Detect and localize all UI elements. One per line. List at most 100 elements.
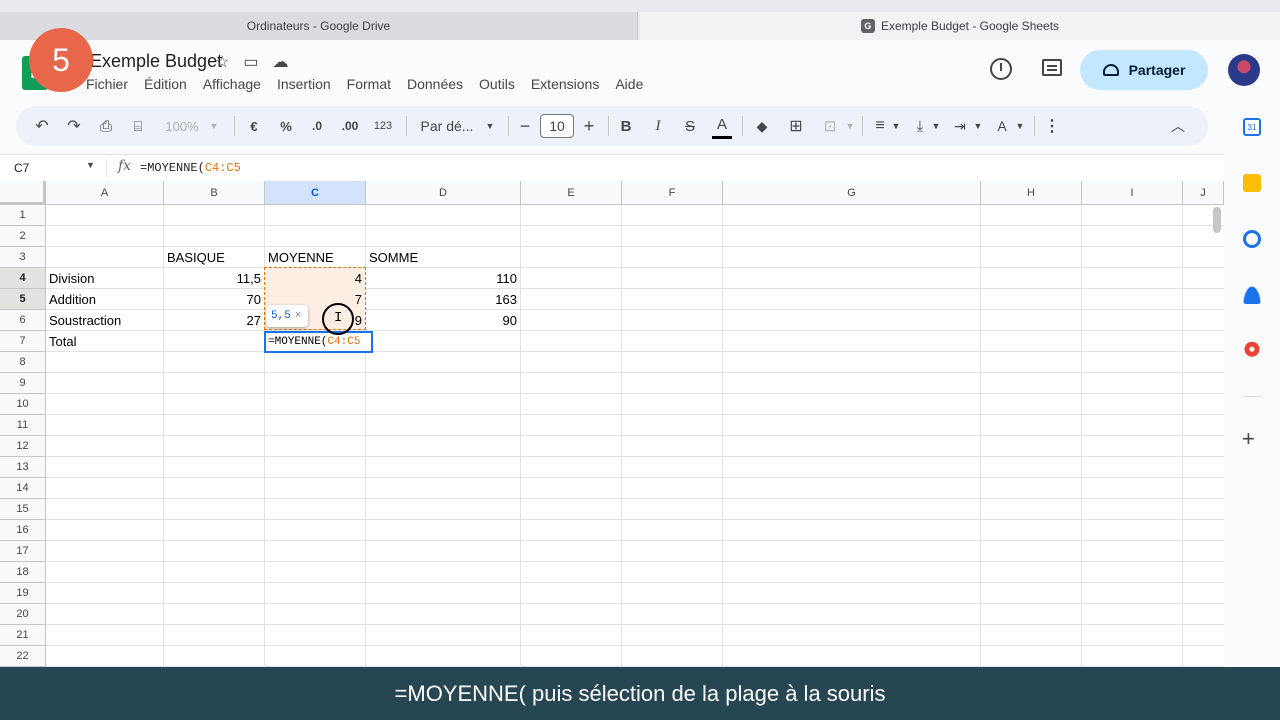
percent-format-button[interactable]: % [276,106,296,146]
row-header-12[interactable]: 12 [0,436,46,457]
menu-affichage[interactable]: Affichage [203,76,261,92]
tasks-icon[interactable] [1243,230,1261,248]
increase-decimal-button[interactable]: .00 [338,106,362,146]
decrease-decimal-button[interactable]: .0 [306,106,328,146]
formula-preview-tooltip[interactable]: 5,5 × [266,305,308,327]
version-history-icon[interactable] [990,58,1012,80]
column-header-i[interactable]: I [1082,181,1183,205]
star-icon[interactable]: ☆ [215,52,229,72]
column-header-a[interactable]: A [46,181,164,205]
calendar-icon[interactable]: 31 [1243,118,1261,136]
browser-tab-sheets[interactable]: G Exemple Budget - Google Sheets [640,12,1280,40]
row-header-1[interactable]: 1 [0,205,46,226]
cell-d5[interactable]: 163 [366,289,520,310]
add-addon-icon[interactable]: + [1242,426,1255,452]
cell-a6[interactable]: Soustraction [46,310,163,331]
row-header-5[interactable]: 5 [0,289,46,310]
font-size-decrease-button[interactable]: − [516,106,534,146]
row-header-18[interactable]: 18 [0,562,46,583]
row-header-3[interactable]: 3 [0,247,46,268]
cell-d4[interactable]: 110 [366,268,520,289]
row-header-8[interactable]: 8 [0,352,46,373]
row-header-15[interactable]: 15 [0,499,46,520]
fill-color-icon[interactable]: ◆ [752,106,772,146]
number-format-button[interactable]: 123 [370,106,396,146]
formula-input[interactable]: =MOYENNE(C4:C5 [140,161,241,175]
cell-d3[interactable]: SOMME [366,247,520,268]
column-header-d[interactable]: D [366,181,521,205]
contacts-icon[interactable] [1243,286,1261,304]
more-options-icon[interactable]: ⋮ [1042,106,1062,146]
horizontal-align-icon[interactable]: ≡ [870,106,890,146]
active-cell-editor[interactable]: =MOYENNE(C4:C5 [264,331,373,353]
row-header-16[interactable]: 16 [0,520,46,541]
row-header-17[interactable]: 17 [0,541,46,562]
redo-icon[interactable]: ↷ [64,106,84,146]
column-header-h[interactable]: H [981,181,1082,205]
row-header-21[interactable]: 21 [0,625,46,646]
menu-fichier[interactable]: Fichier [86,76,128,92]
avatar[interactable] [1228,54,1260,86]
cell-b5[interactable]: 70 [164,289,264,310]
row-header-9[interactable]: 9 [0,373,46,394]
menu-donnees[interactable]: Données [407,76,463,92]
font-select[interactable]: Par dé... [416,106,478,146]
row-header-4[interactable]: 4 [0,268,46,289]
close-icon[interactable]: × [295,310,302,322]
currency-format-button[interactable]: € [244,106,264,146]
zoom-select[interactable]: 100% [160,106,204,146]
font-size-increase-button[interactable]: + [580,106,598,146]
menu-outils[interactable]: Outils [479,76,515,92]
row-header-22[interactable]: 22 [0,646,46,667]
merge-cells-icon[interactable]: ⊡ [820,106,840,146]
undo-icon[interactable]: ↶ [32,106,52,146]
row-header-14[interactable]: 14 [0,478,46,499]
cell-b6[interactable]: 27 [164,310,264,331]
vertical-align-icon[interactable]: ⤓ [910,106,930,146]
text-wrap-icon[interactable]: ⇥ [950,106,970,146]
column-header-f[interactable]: F [622,181,723,205]
cell-a5[interactable]: Addition [46,289,163,310]
row-header-13[interactable]: 13 [0,457,46,478]
row-header-11[interactable]: 11 [0,415,46,436]
share-button[interactable]: Partager [1080,50,1208,90]
column-header-j[interactable]: J [1183,181,1224,205]
column-header-b[interactable]: B [164,181,265,205]
borders-icon[interactable]: ⊞ [786,106,806,146]
move-folder-icon[interactable]: ▭ [243,52,258,72]
menu-format[interactable]: Format [347,76,391,92]
text-color-icon[interactable]: A [712,113,732,139]
menu-insertion[interactable]: Insertion [277,76,331,92]
row-header-19[interactable]: 19 [0,583,46,604]
vertical-scrollbar[interactable] [1213,207,1221,233]
document-title[interactable]: Exemple Budget [90,51,222,72]
cell-b3[interactable]: BASIQUE [164,247,264,268]
menu-aide[interactable]: Aide [615,76,643,92]
bold-icon[interactable]: B [616,106,636,146]
paint-format-icon[interactable]: ⌸ [128,106,148,146]
font-size-input[interactable]: 10 [540,114,574,138]
italic-icon[interactable]: I [648,106,668,146]
collapse-menus-icon[interactable]: ︿ [1168,106,1188,146]
browser-tab-drive[interactable]: Ordinateurs - Google Drive [0,12,638,40]
cell-b4[interactable]: 11,5 [164,268,264,289]
cell-c4[interactable]: 4 [265,268,365,289]
column-header-e[interactable]: E [521,181,622,205]
row-header-7[interactable]: 7 [0,331,46,352]
menu-edition[interactable]: Édition [144,76,187,92]
select-all-corner[interactable] [0,181,46,205]
cell-a4[interactable]: Division [46,268,163,289]
cell-d6[interactable]: 90 [366,310,520,331]
text-rotation-icon[interactable]: A [992,106,1012,146]
print-icon[interactable]: ⎙ [96,106,116,146]
row-header-10[interactable]: 10 [0,394,46,415]
maps-icon[interactable] [1243,342,1261,360]
column-header-g[interactable]: G [723,181,981,205]
cell-c3[interactable]: MOYENNE [265,247,365,268]
keep-icon[interactable] [1243,174,1261,192]
row-header-2[interactable]: 2 [0,226,46,247]
name-box[interactable]: C7 [14,161,29,175]
column-header-c[interactable]: C [265,181,366,205]
comments-icon[interactable] [1042,59,1062,76]
menu-extensions[interactable]: Extensions [531,76,599,92]
